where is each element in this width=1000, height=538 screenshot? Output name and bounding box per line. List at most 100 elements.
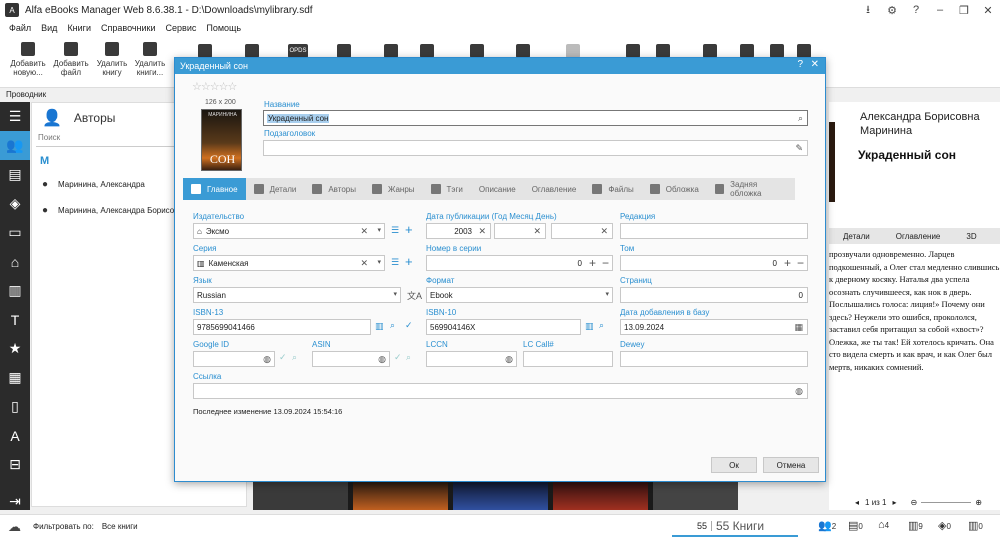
search-icon[interactable]: ⌕ (599, 320, 604, 331)
translate-icon[interactable]: 文A (407, 289, 422, 302)
folder-icon[interactable] (198, 44, 212, 58)
pubdate-day-input[interactable]: ✕ (551, 223, 613, 239)
dialog-close-icon[interactable]: ✕ (811, 59, 819, 70)
filter-value[interactable]: Все книги (102, 522, 138, 531)
tab-authors[interactable]: Авторы (304, 178, 364, 200)
series-count[interactable]: ▤0 (848, 519, 878, 532)
chevron-down-icon[interactable]: ▾ (377, 226, 381, 234)
copy-icon[interactable] (337, 44, 351, 58)
book-cover[interactable]: МАРИНИНА СОН (201, 109, 242, 171)
users-icon[interactable] (626, 44, 640, 58)
search-icon[interactable]: ⌕ (798, 113, 803, 124)
format-select[interactable]: Ebook ▾ (426, 287, 613, 303)
menu-references[interactable]: Справочники (101, 23, 156, 33)
decrement-icon[interactable]: − (797, 256, 804, 270)
network-icon[interactable] (516, 44, 530, 58)
cancel-button[interactable]: Отмена (763, 457, 819, 473)
opds-icon[interactable]: OPDS (288, 44, 308, 58)
tab-toc[interactable]: Оглавление (896, 232, 941, 241)
delete-books-button[interactable]: Удалить книги... (130, 42, 170, 77)
sidebar-item-dates[interactable]: ▦ (0, 363, 30, 392)
add-new-button[interactable]: Добавить новую... (8, 42, 48, 77)
tab-toc[interactable]: Оглавление (524, 178, 585, 200)
asin-input[interactable]: ◍ (312, 351, 390, 367)
pages-icon[interactable] (797, 44, 811, 58)
publisher-select[interactable]: ⌂ Эксмо ✕ ▾ (193, 223, 385, 239)
user-icon[interactable] (656, 44, 670, 58)
google-id-input[interactable]: ◍ (193, 351, 275, 367)
genres-count[interactable]: ▥9 (908, 519, 938, 532)
sidebar-item-series[interactable]: ▤ (0, 160, 30, 189)
link-input[interactable]: ◍ (193, 383, 808, 399)
lc-call-input[interactable] (523, 351, 613, 367)
pubdate-year-input[interactable]: 2003 ✕ (426, 223, 491, 239)
tab-files[interactable]: Файлы (584, 178, 641, 200)
hamburger-icon[interactable]: ☰ (0, 102, 30, 131)
globe-icon[interactable]: ◍ (505, 354, 513, 365)
menu-file[interactable]: Файл (9, 23, 31, 33)
check-icon[interactable]: ✓ (405, 320, 413, 331)
tags-count[interactable]: ◈0 (938, 519, 968, 532)
menu-help[interactable]: Помощь (206, 23, 241, 33)
list-icon[interactable]: ☰ (391, 257, 399, 268)
check-icon[interactable]: ✓ (394, 352, 402, 363)
barcode-icon[interactable]: ▥ (585, 321, 594, 332)
globe-icon[interactable]: ◍ (263, 354, 271, 365)
tab-3d[interactable]: 3D (966, 232, 976, 241)
sidebar-item-shelves[interactable]: ▥ (0, 276, 30, 305)
language-select[interactable]: Russian ▾ (193, 287, 401, 303)
cloud-icon[interactable]: ☁ (8, 519, 21, 535)
increment-icon[interactable]: + (784, 256, 791, 270)
sidebar-item-rating[interactable]: ★ (0, 334, 30, 363)
decrement-icon[interactable]: − (602, 256, 609, 270)
tab-cover[interactable]: Обложка (642, 178, 707, 200)
calendar-icon[interactable]: ▦ (794, 322, 803, 333)
list-icon[interactable] (384, 44, 398, 58)
dewey-input[interactable] (620, 351, 808, 367)
minimize-button[interactable]: – (928, 4, 952, 16)
sidebar-item-formats[interactable]: ▭ (0, 218, 30, 247)
library-icon[interactable] (703, 44, 717, 58)
next-page-icon[interactable]: ▸ (893, 498, 897, 507)
isbn10-input[interactable]: 569904146X (426, 319, 581, 335)
menu-books[interactable]: Книги (67, 23, 91, 33)
pages-input[interactable]: 0 (620, 287, 808, 303)
series-number-input[interactable]: 0 + − (426, 255, 613, 271)
gear-icon[interactable]: ⚙ (880, 4, 904, 17)
rating-stars[interactable]: ☆☆☆☆☆ (192, 80, 237, 93)
lccn-input[interactable]: ◍ (426, 351, 517, 367)
books-icon[interactable] (470, 44, 484, 58)
list-icon[interactable]: ☰ (391, 225, 399, 236)
pin-icon[interactable]: ✎ (795, 143, 803, 154)
sidebar-item-publishers[interactable]: ⌂ (0, 247, 30, 276)
sidebar-item-authors[interactable]: 👥 (0, 131, 30, 160)
tab-details[interactable]: Детали (246, 178, 305, 200)
add-icon[interactable]: + (405, 222, 413, 237)
search-icon[interactable]: ⌕ (406, 352, 411, 363)
isbn13-input[interactable]: 9785699041466 (193, 319, 371, 335)
subtitle-input[interactable]: ✎ (263, 140, 808, 156)
series-select[interactable]: ▥ Каменская ✕ ▾ (193, 255, 385, 271)
sidebar-item-languages[interactable]: A (0, 421, 30, 450)
volume-input[interactable]: 0 + − (620, 255, 808, 271)
zoom-slider[interactable] (921, 501, 972, 503)
add-icon[interactable]: + (405, 254, 413, 269)
date-added-input[interactable]: 13.09.2024 ▦ (620, 319, 808, 335)
sidebar-item-files[interactable]: ▯ (0, 392, 30, 421)
menu-view[interactable]: Вид (41, 23, 57, 33)
ok-button[interactable]: Ок (711, 457, 757, 473)
clear-icon[interactable]: ✕ (533, 226, 541, 237)
globe-icon[interactable] (245, 44, 259, 58)
tab-genres[interactable]: Жанры (364, 178, 423, 200)
clear-icon[interactable]: ✕ (478, 226, 486, 237)
maximize-button[interactable]: ❐ (952, 4, 976, 17)
upload-icon[interactable] (566, 44, 580, 58)
tab-description[interactable]: Описание (471, 178, 524, 200)
close-button[interactable]: ✕ (976, 4, 1000, 17)
stack-icon[interactable] (740, 44, 754, 58)
tab-tags[interactable]: Тэги (423, 178, 471, 200)
tag-icon[interactable] (770, 44, 784, 58)
tab-back-cover[interactable]: Задняя обложка (707, 178, 795, 200)
search-icon[interactable]: ⌕ (292, 352, 297, 363)
delete-book-button[interactable]: Удалить книгу (92, 42, 132, 77)
